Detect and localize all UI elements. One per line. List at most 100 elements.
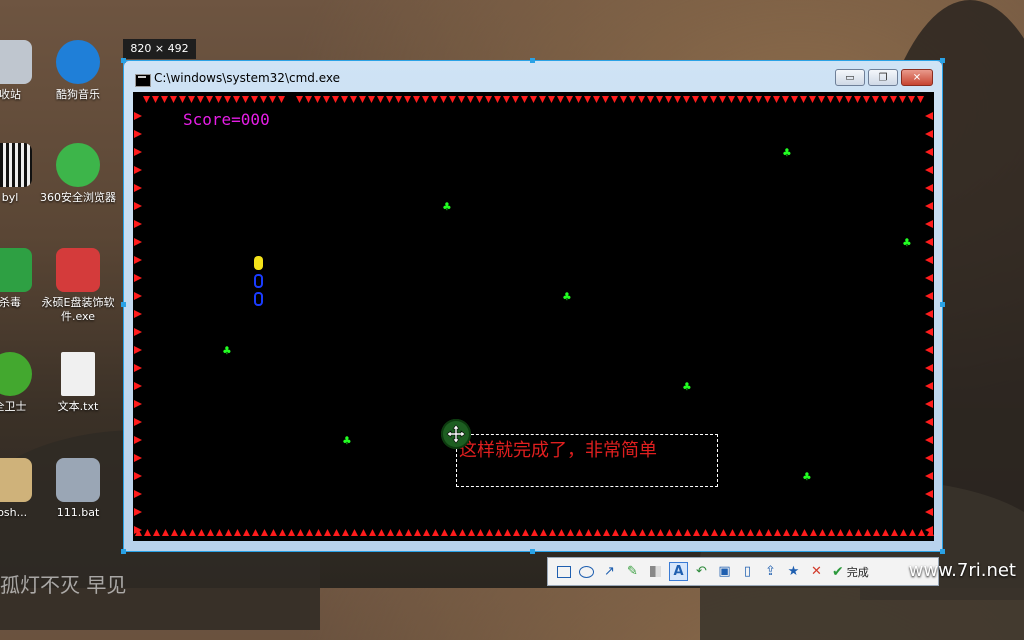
desktop-icon-edisk[interactable]: 永硕E盘装饰软件.exe [38,248,118,324]
wall-right [925,490,933,498]
wall-bottom [702,529,709,536]
copy-icon[interactable]: ▯ [738,562,757,581]
wall-bottom [846,529,853,536]
wall-left [134,220,142,228]
resize-handle[interactable] [121,58,126,63]
desktop-icon-text-file[interactable]: 文本.txt [38,352,118,414]
wall-bottom [441,529,448,536]
wall-left [134,112,142,120]
move-cursor-icon [441,419,471,449]
pen-tool-icon[interactable]: ✎ [623,562,642,581]
wall-bottom [882,529,889,536]
desktop-icon-360-browser[interactable]: 360安全浏览器 [38,143,118,205]
resize-handle[interactable] [940,58,945,63]
cancel-icon[interactable]: ✕ [807,562,826,581]
wall-left [134,472,142,480]
wall-top [845,96,852,103]
resize-handle[interactable] [530,58,535,63]
resize-handle[interactable] [530,549,535,554]
mosaic-tool-icon[interactable] [646,562,665,581]
wall-left [134,418,142,426]
wall-right [925,508,933,516]
wall-left [134,310,142,318]
wall-left [134,436,142,444]
wall-left [134,256,142,264]
wall-right [925,220,933,228]
wall-bottom [315,529,322,536]
wall-right [925,310,933,318]
wall-bottom [612,529,619,536]
wall-top [908,96,915,103]
wall-bottom [747,529,754,536]
wall-bottom [288,529,295,536]
pin-icon[interactable]: ★ [784,562,803,581]
wall-top [476,96,483,103]
wall-bottom [666,529,673,536]
wall-bottom [891,529,898,536]
capture-toolbar: ↗ ✎ A ↶ ▣ ▯ ⇪ ★ ✕ ✔ 完成 [547,557,939,586]
wall-top [215,96,222,103]
wall-top [782,96,789,103]
wall-bottom [522,529,529,536]
bat-file-icon [56,458,100,502]
resize-handle[interactable] [940,302,945,307]
desktop-icon-label: 111.bat [56,506,100,519]
wall-left [134,202,142,210]
wall-top [323,96,330,103]
wall-right [925,328,933,336]
wall-top [314,96,321,103]
wall-top [710,96,717,103]
wall-right [925,436,933,444]
wall-left [134,382,142,390]
wall-bottom [486,529,493,536]
wall-bottom [783,529,790,536]
wall-top [386,96,393,103]
rectangle-tool-icon[interactable] [554,562,573,581]
save-icon[interactable]: ▣ [715,562,734,581]
wall-top [242,96,249,103]
watermark-text: www.7ri.net [908,560,1016,581]
ellipse-tool-icon[interactable] [577,562,596,581]
browser-icon [56,143,100,187]
title-bar[interactable]: C:\windows\system32\cmd.exe ▭ ❐ ✕ [124,61,942,91]
desktop-icon-kugou[interactable]: 酷狗音乐 [38,40,118,102]
wall-top [584,96,591,103]
share-icon[interactable]: ⇪ [761,562,780,581]
score-display: Score=000 [183,110,270,129]
wall-bottom [369,529,376,536]
wall-bottom [342,529,349,536]
wall-top [818,96,825,103]
wall-right [925,238,933,246]
wall-top [179,96,186,103]
wall-top [449,96,456,103]
resize-handle[interactable] [121,549,126,554]
text-tool-icon[interactable]: A [669,562,688,581]
minimize-button[interactable]: ▭ [835,69,865,86]
resize-handle[interactable] [940,549,945,554]
annotation-text-box[interactable]: 这样就完成了，非常简单 [456,434,718,487]
wall-top [143,96,150,103]
wall-top [377,96,384,103]
food-item: ♣ [783,146,791,161]
wall-top [746,96,753,103]
wall-right [925,148,933,156]
desktop-wallpaper-text: 孤灯不灭 早见 [0,573,127,597]
wall-bottom [594,529,601,536]
wall-bottom [387,529,394,536]
maximize-button[interactable]: ❐ [868,69,898,86]
wall-bottom [414,529,421,536]
wall-bottom [333,529,340,536]
food-item: ♣ [343,434,351,449]
wall-top [728,96,735,103]
close-button[interactable]: ✕ [901,69,933,86]
resize-handle[interactable] [121,302,126,307]
wall-top [440,96,447,103]
wall-bottom [306,529,313,536]
wall-top [863,96,870,103]
done-button[interactable]: ✔ 完成 [832,564,869,580]
undo-icon[interactable]: ↶ [692,562,711,581]
wall-left [134,292,142,300]
wall-top [917,96,924,103]
arrow-tool-icon[interactable]: ↗ [600,562,619,581]
desktop-icon-bat[interactable]: 111.bat [38,458,118,520]
